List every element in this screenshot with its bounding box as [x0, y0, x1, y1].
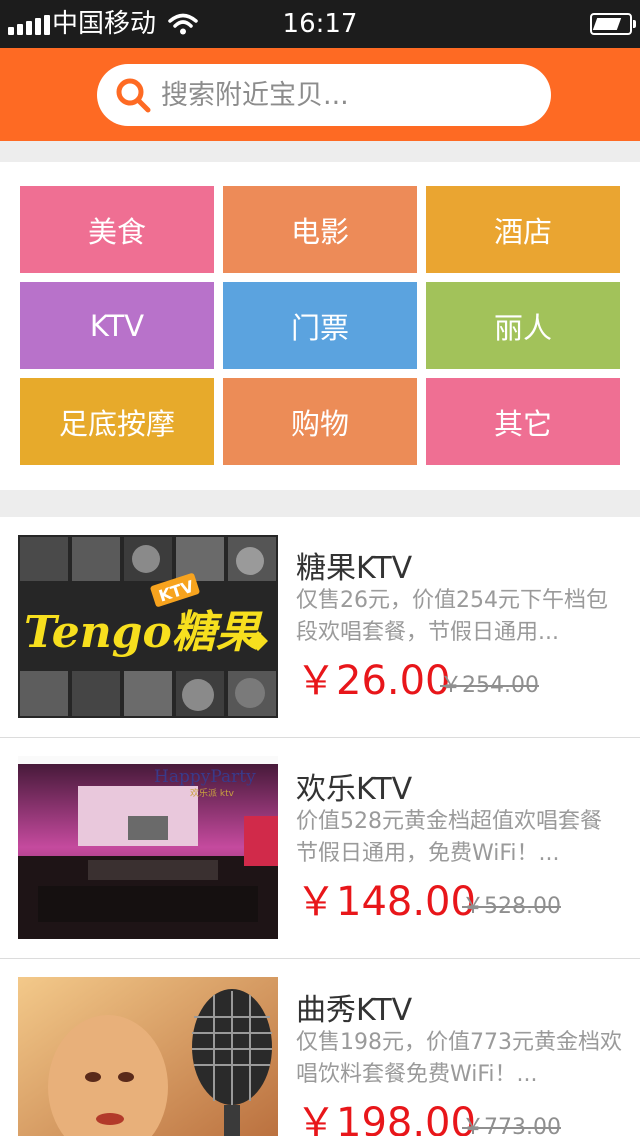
search-bar[interactable] [97, 64, 551, 126]
deal-title: 糖果KTV [296, 551, 413, 586]
svg-text:欢乐派 ktv: 欢乐派 ktv [190, 787, 235, 799]
deal-price: ￥148.00 [296, 879, 476, 925]
deal-price: ￥26.00 [296, 658, 451, 704]
deal-item[interactable]: Tengo糖果 KTV 糖果KTV 仅售26元，价值254元下午档包段欢唱套餐，… [0, 517, 640, 738]
category-ktv[interactable]: KTV [20, 282, 214, 369]
ktv-room-image: HappyParty 欢乐派 ktv [18, 756, 278, 939]
search-icon [116, 78, 151, 113]
category-movie[interactable]: 电影 [223, 186, 417, 273]
category-grid: 美食 电影 酒店 KTV 门票 丽人 足底按摩 购物 其它 [0, 162, 640, 490]
header [0, 48, 640, 141]
deal-item[interactable]: 曲秀KTV 仅售198元，价值773元黄金档欢唱饮料套餐免费WiFi！... ￥… [0, 959, 640, 1136]
category-hotel[interactable]: 酒店 [426, 186, 620, 273]
deal-item[interactable]: HappyParty 欢乐派 ktv 欢乐KTV 价值528元黄金档超值欢唱套餐… [0, 738, 640, 959]
category-beauty[interactable]: 丽人 [426, 282, 620, 369]
deal-title: 曲秀KTV [296, 993, 413, 1028]
ktv-poster-image: Tengo糖果 KTV [18, 535, 278, 718]
svg-text:Tengo糖果: Tengo糖果 [24, 607, 263, 658]
microphone-poster-image [18, 977, 278, 1136]
status-bar: 中国移动 16:17 [0, 0, 640, 48]
deal-image: Tengo糖果 KTV [18, 535, 278, 718]
deal-title: 欢乐KTV [296, 772, 413, 807]
deal-original-price: ￥254.00 [440, 673, 539, 698]
svg-text:HappyParty: HappyParty [154, 767, 256, 787]
deal-image: HappyParty 欢乐派 ktv [18, 756, 278, 939]
deal-price: ￥198.00 [296, 1100, 476, 1136]
category-other[interactable]: 其它 [426, 378, 620, 465]
deal-original-price: ￥773.00 [462, 1115, 561, 1136]
category-food[interactable]: 美食 [20, 186, 214, 273]
category-foot-massage[interactable]: 足底按摩 [20, 378, 214, 465]
deal-description: 仅售26元，价值254元下午档包段欢唱套餐，节假日通用... [296, 588, 608, 645]
deal-description: 仅售198元，价值773元黄金档欢唱饮料套餐免费WiFi！... [296, 1030, 622, 1087]
deal-description: 价值528元黄金档超值欢唱套餐节假日通用，免费WiFi！... [296, 809, 602, 866]
battery-icon [590, 13, 636, 35]
clock: 16:17 [282, 9, 358, 39]
category-tickets[interactable]: 门票 [223, 282, 417, 369]
search-input[interactable] [161, 79, 521, 111]
category-shopping[interactable]: 购物 [223, 378, 417, 465]
deal-list: Tengo糖果 KTV 糖果KTV 仅售26元，价值254元下午档包段欢唱套餐，… [0, 517, 640, 1136]
deal-original-price: ￥528.00 [462, 894, 561, 919]
deal-image [18, 977, 278, 1136]
